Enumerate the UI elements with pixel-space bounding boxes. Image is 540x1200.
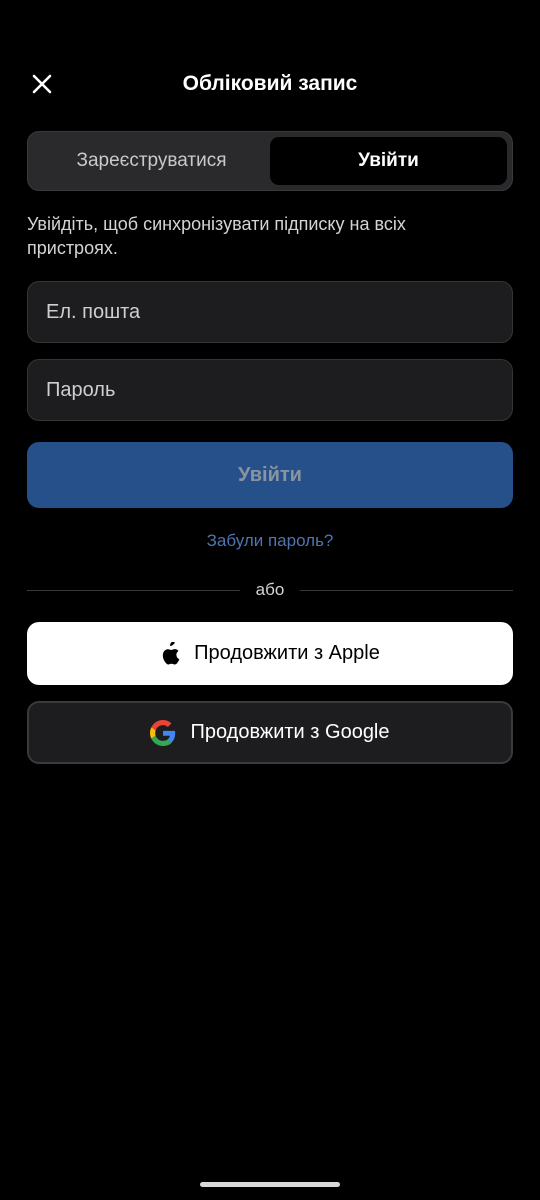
home-indicator[interactable] <box>200 1182 340 1187</box>
google-logo-icon <box>150 719 176 746</box>
app-header: Обліковий запис <box>0 56 540 112</box>
google-button-label: Продовжити з Google <box>190 721 390 743</box>
apple-logo-icon <box>160 641 180 666</box>
divider-label: або <box>255 580 285 599</box>
divider-line-left <box>27 590 240 591</box>
divider-line-right <box>300 590 513 591</box>
page-title: Обліковий запис <box>182 72 358 95</box>
sign-in-button[interactable]: Увійти <box>27 442 513 508</box>
auth-mode-toggle: Зареєструватися Увійти <box>27 131 513 191</box>
continue-with-apple-button[interactable]: Продовжити з Apple <box>27 622 513 685</box>
tab-sign-up[interactable]: Зареєструватися <box>33 137 270 185</box>
tab-sign-in[interactable]: Увійти <box>270 137 507 185</box>
continue-with-google-button[interactable]: Продовжити з Google <box>27 701 513 764</box>
forgot-password-link[interactable]: Забули пароль? <box>0 531 540 551</box>
password-field[interactable] <box>27 359 513 421</box>
apple-button-label: Продовжити з Apple <box>194 642 380 664</box>
sign-in-description: Увійдіть, щоб синхронізувати підписку на… <box>27 214 406 258</box>
email-field[interactable] <box>27 281 513 343</box>
